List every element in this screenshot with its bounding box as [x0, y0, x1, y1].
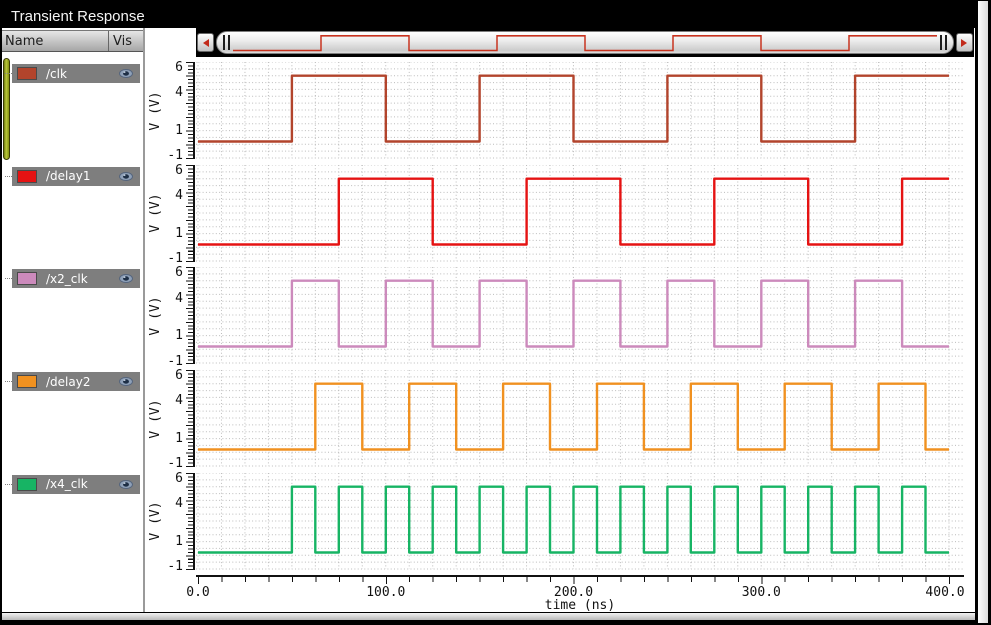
- signal-list-panel: Name Vis /clk/delay1/x2_clk/delay2/x4_cl…: [2, 28, 143, 612]
- y-tick-label: 4: [175, 393, 183, 409]
- x-axis-ticks: [196, 575, 964, 584]
- window-body: Name Vis /clk/delay1/x2_clk/delay2/x4_cl…: [2, 28, 976, 613]
- y-tick-label: 6: [175, 162, 183, 178]
- signal-name: /delay2: [46, 374, 91, 389]
- y-tick-label: 1: [175, 533, 183, 549]
- signal-color-swatch[interactable]: [17, 477, 37, 491]
- waveform-x2_clk[interactable]: [196, 267, 963, 364]
- y-axis-ruler: [186, 370, 195, 468]
- tree-connector: [5, 278, 12, 280]
- y-tick-label: 6: [175, 265, 183, 281]
- y-tick-label: 6: [175, 368, 183, 384]
- y-axis-title: V (V): [148, 399, 163, 439]
- tree-connector: [5, 483, 12, 485]
- y-axis-title: V (V): [148, 90, 163, 131]
- plot-area: V (V) 6 4 1 -1 V (V) 6 4 1 -1 V (V) 6 4 1 -1 V (V) 6 4 1 -1…: [146, 28, 976, 613]
- y-tick-label: -1: [167, 148, 183, 164]
- y-tick-label: 6: [175, 60, 183, 75]
- subplot-x2_clk: V (V) 6 4 1 -1: [146, 265, 976, 369]
- y-tick-label: 4: [175, 290, 183, 306]
- signal-name: /delay1: [46, 169, 91, 184]
- y-axis-title: V (V): [148, 296, 163, 336]
- subplot-delay1: V (V) 6 4 1 -1: [146, 162, 976, 266]
- signal-color-swatch[interactable]: [17, 67, 37, 80]
- y-tick-label: 6: [175, 470, 183, 486]
- eye-icon[interactable]: [119, 274, 133, 284]
- horizontal-pan-strip: [196, 28, 974, 57]
- waveform-delay1[interactable]: [196, 164, 963, 262]
- column-header-name: Name: [2, 31, 109, 51]
- signal-name: /x2_clk: [46, 271, 88, 286]
- tree-connector: [5, 73, 12, 74]
- y-tick-label: 4: [175, 496, 183, 512]
- signal-row-delay2[interactable]: /delay2: [5, 372, 140, 392]
- right-window-border: [977, 1, 989, 623]
- signal-color-swatch[interactable]: [17, 272, 37, 286]
- eye-icon[interactable]: [119, 171, 133, 181]
- y-axis-ruler: [186, 62, 195, 159]
- y-tick-label: 1: [175, 123, 183, 139]
- signal-row-x2_clk[interactable]: /x2_clk: [5, 269, 140, 289]
- signal-list-header: Name Vis: [2, 30, 143, 52]
- eye-icon[interactable]: [119, 377, 133, 387]
- x-axis-title: time (ns): [544, 598, 616, 613]
- y-axis-ruler: [186, 164, 195, 262]
- y-tick-label: -1: [167, 456, 183, 472]
- window-title: Transient Response: [2, 5, 975, 28]
- y-axis-title: V (V): [148, 193, 163, 233]
- right-triangle-icon: [961, 38, 971, 47]
- signal-row-delay1[interactable]: /delay1: [5, 166, 140, 186]
- signal-name: /x4_clk: [46, 477, 88, 492]
- subplot-delay2: V (V) 6 4 1 -1: [146, 368, 976, 471]
- y-axis-ruler: [186, 472, 195, 570]
- signal-name: /clk: [46, 66, 67, 81]
- y-tick-label: -1: [167, 559, 183, 575]
- signal-row-clk[interactable]: /clk: [5, 64, 140, 83]
- y-axis-ruler: [186, 267, 195, 365]
- left-triangle-icon: [199, 38, 209, 47]
- bottom-window-border: [2, 612, 975, 622]
- y-tick-label: 4: [175, 85, 183, 101]
- y-tick-label: 1: [175, 431, 183, 447]
- scrollbar-right-grip[interactable]: [940, 35, 947, 50]
- waveform-delay2[interactable]: [196, 370, 963, 467]
- scroll-left-button[interactable]: [197, 33, 214, 52]
- signal-row-x4_clk[interactable]: /x4_clk: [5, 474, 140, 494]
- x-axis: 0.0 100.0 200.0 300.0 400.0 time (ns): [146, 575, 976, 613]
- scrollbar-left-grip[interactable]: [223, 35, 230, 50]
- tree-connector: [5, 381, 12, 383]
- y-tick-label: 1: [175, 225, 183, 241]
- column-header-vis: Vis: [113, 34, 132, 49]
- transient-response-window: Transient Response Name Vis /clk/delay1/…: [0, 0, 991, 625]
- scroll-right-button[interactable]: [956, 33, 973, 52]
- y-tick-label: -1: [167, 353, 183, 369]
- tree-connector: [5, 175, 12, 177]
- signal-color-swatch[interactable]: [17, 169, 37, 183]
- y-tick-label: 1: [175, 328, 183, 344]
- signal-color-swatch[interactable]: [17, 375, 37, 389]
- eye-icon[interactable]: [119, 479, 133, 489]
- pan-scrollbar[interactable]: [216, 31, 954, 54]
- subplot-clk: V (V) 6 4 1 -1: [146, 60, 976, 163]
- waveform-preview: [233, 35, 937, 52]
- subplot-x4_clk: V (V) 6 4 1 -1: [146, 470, 976, 574]
- y-tick-label: -1: [167, 251, 183, 266]
- waveform-x4_clk[interactable]: [196, 472, 963, 570]
- y-tick-label: 4: [175, 187, 183, 203]
- waveform-clk[interactable]: [196, 62, 963, 159]
- eye-icon[interactable]: [119, 69, 133, 78]
- y-axis-title: V (V): [148, 501, 163, 541]
